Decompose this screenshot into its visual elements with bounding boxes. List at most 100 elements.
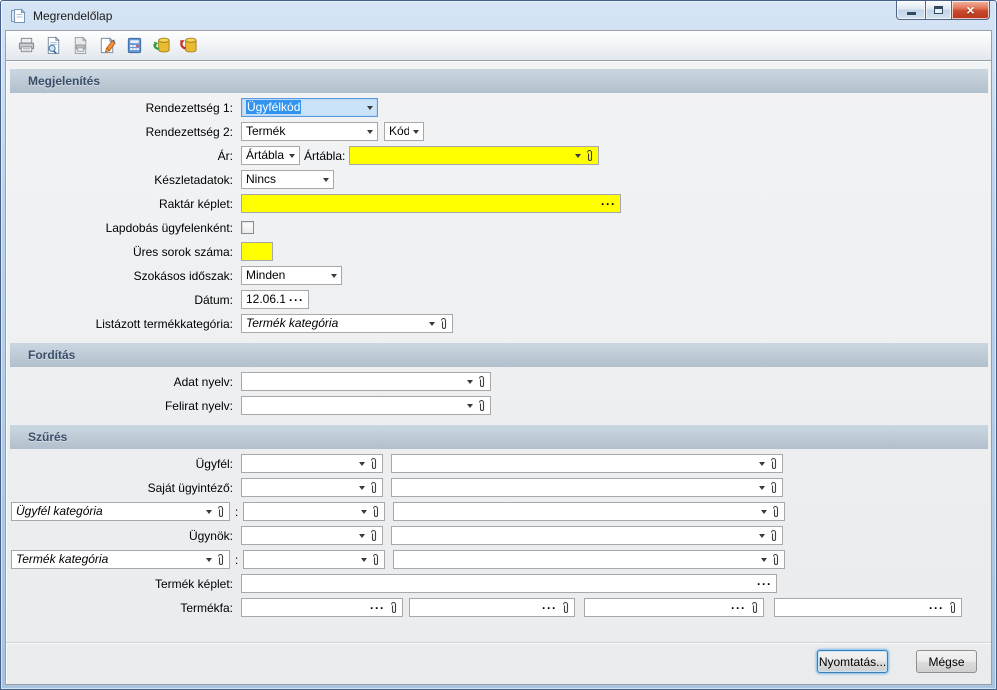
ures-sorok-label: Üres sorok száma: — [9, 245, 241, 259]
ellipsis-button[interactable]: ··· — [757, 579, 772, 589]
row-rendezettseg-1: Rendezettség 1: Ügyfélkód — [6, 98, 991, 117]
restore-button[interactable] — [925, 1, 952, 20]
row-rendezettseg-2: Rendezettség 2: Termék Kód — [6, 122, 991, 141]
chevron-down-icon — [289, 154, 295, 158]
minimize-button[interactable] — [896, 1, 926, 20]
keszletadatok-label: Készletadatok: — [9, 173, 241, 187]
listazott-combobox[interactable]: Termék kategória — [241, 314, 453, 333]
database-import-button[interactable] — [149, 33, 174, 59]
section-header-forditas: Fordítás — [10, 343, 988, 367]
chevron-down-icon — [359, 462, 365, 466]
ugyfel-kategoria-combobox[interactable]: Ügyfél kategória — [11, 502, 230, 521]
row-szokasos-idoszak: Szokásos időszak: Minden — [6, 266, 991, 285]
window-title: Megrendelőlap — [33, 9, 112, 23]
lapdobas-label: Lapdobás ügyfelenként: — [9, 221, 241, 235]
listazott-label: Listázott termékkategória: — [9, 317, 241, 331]
szokasos-idoszak-combobox[interactable]: Minden — [241, 266, 342, 285]
adat-nyelv-label: Adat nyelv: — [9, 375, 241, 389]
termekfa-field-2[interactable]: ··· — [409, 598, 575, 617]
print-confirm-button[interactable]: Nyomtatás... — [817, 650, 888, 673]
datum-field[interactable]: 12.06.14. ··· — [241, 290, 309, 309]
ar-combobox[interactable]: Ártábla — [241, 146, 300, 165]
paperclip-icon — [389, 601, 398, 615]
colon-separator: : — [230, 505, 243, 519]
ugyfel-combobox-2[interactable] — [391, 454, 783, 473]
ugynok-combobox-1[interactable] — [241, 526, 383, 545]
row-listazott-termekkategoria: Listázott termékkategória: Termék kategó… — [6, 314, 991, 333]
chevron-down-icon — [761, 510, 767, 514]
database-export-icon — [179, 36, 198, 55]
ugyfel-kategoria-combobox-2[interactable] — [393, 502, 785, 521]
termekfa-field-4[interactable]: ··· — [774, 598, 962, 617]
ellipsis-button[interactable]: ··· — [370, 603, 385, 613]
felirat-nyelv-label: Felirat nyelv: — [9, 399, 241, 413]
adat-nyelv-combobox[interactable] — [241, 372, 491, 391]
ugyfel-combobox-1[interactable] — [241, 454, 383, 473]
ugynok-combobox-2[interactable] — [391, 526, 783, 545]
cancel-button[interactable]: Mégse — [916, 650, 977, 673]
termekfa-label: Termékfa: — [9, 601, 241, 615]
ellipsis-button[interactable]: ··· — [601, 199, 616, 209]
lapdobas-checkbox[interactable] — [241, 221, 254, 234]
table-button[interactable] — [122, 33, 147, 59]
chevron-down-icon — [467, 380, 473, 384]
keszletadatok-combobox[interactable]: Nincs — [241, 170, 334, 189]
table-icon — [125, 36, 144, 55]
rendezettseg1-combobox[interactable]: Ügyfélkód — [241, 98, 378, 117]
paperclip-icon — [477, 399, 486, 413]
ures-sorok-field[interactable] — [241, 242, 273, 261]
minimize-icon — [907, 12, 916, 15]
sajat-ugyintezo-combobox-2[interactable] — [391, 478, 783, 497]
row-sajat-ugyintezo: Saját ügyintéző: — [6, 478, 991, 497]
chevron-down-icon — [359, 534, 365, 538]
colon-separator: : — [230, 553, 243, 567]
section-header-szures: Szűrés — [10, 425, 988, 449]
termekfa-field-3[interactable]: ··· — [584, 598, 764, 617]
termek-kategoria-combobox[interactable]: Termék kategória — [11, 550, 230, 569]
ellipsis-button[interactable]: ··· — [289, 295, 304, 305]
row-ar: Ár: Ártábla Ártábla: — [6, 146, 991, 165]
ugyfel-kategoria-combobox-1[interactable] — [243, 502, 385, 521]
edit-button[interactable] — [95, 33, 120, 59]
termek-keplet-field[interactable]: ··· — [241, 574, 777, 593]
paperclip-icon — [561, 601, 570, 615]
print-button[interactable] — [14, 33, 39, 59]
felirat-nyelv-combobox[interactable] — [241, 396, 491, 415]
database-export-button[interactable] — [176, 33, 201, 59]
artabla-combobox[interactable] — [349, 146, 599, 165]
rendezettseg1-label: Rendezettség 1: — [9, 101, 241, 115]
raktar-keplet-label: Raktár képlet: — [9, 197, 241, 211]
termekfa-field-1[interactable]: ··· — [241, 598, 403, 617]
close-button[interactable]: × — [951, 1, 990, 20]
restore-icon — [934, 6, 943, 14]
database-import-icon — [152, 36, 171, 55]
sajat-ugyintezo-combobox-1[interactable] — [241, 478, 383, 497]
chevron-down-icon — [761, 558, 767, 562]
window: Megrendelőlap × — [0, 0, 997, 690]
ellipsis-button[interactable]: ··· — [542, 603, 557, 613]
quick-print-button[interactable] — [68, 33, 93, 59]
titlebar[interactable]: Megrendelőlap × — [1, 1, 996, 30]
termek-kategoria-combobox-2[interactable] — [393, 550, 785, 569]
kod-combobox[interactable]: Kód — [384, 122, 424, 141]
chevron-down-icon — [206, 510, 212, 514]
paperclip-icon — [369, 457, 378, 471]
datum-label: Dátum: — [9, 293, 241, 307]
ellipsis-button[interactable]: ··· — [731, 603, 746, 613]
paperclip-icon — [771, 553, 780, 567]
termek-keplet-label: Termék képlet: — [9, 577, 241, 591]
paperclip-icon — [477, 375, 486, 389]
termek-kategoria-combobox-1[interactable] — [243, 550, 385, 569]
rendezettseg2-label: Rendezettség 2: — [9, 125, 241, 139]
row-lapdobas: Lapdobás ügyfelenként: — [6, 218, 991, 237]
chevron-down-icon — [575, 154, 581, 158]
rendezettseg2-combobox[interactable]: Termék — [241, 122, 378, 141]
chevron-down-icon — [361, 510, 367, 514]
ellipsis-button[interactable]: ··· — [929, 603, 944, 613]
toolbar — [5, 30, 992, 61]
raktar-keplet-field[interactable]: ··· — [241, 194, 621, 213]
window-icon — [10, 8, 26, 24]
chevron-down-icon — [429, 322, 435, 326]
row-ures-sorok: Üres sorok száma: — [6, 242, 991, 261]
print-preview-button[interactable] — [41, 33, 66, 59]
